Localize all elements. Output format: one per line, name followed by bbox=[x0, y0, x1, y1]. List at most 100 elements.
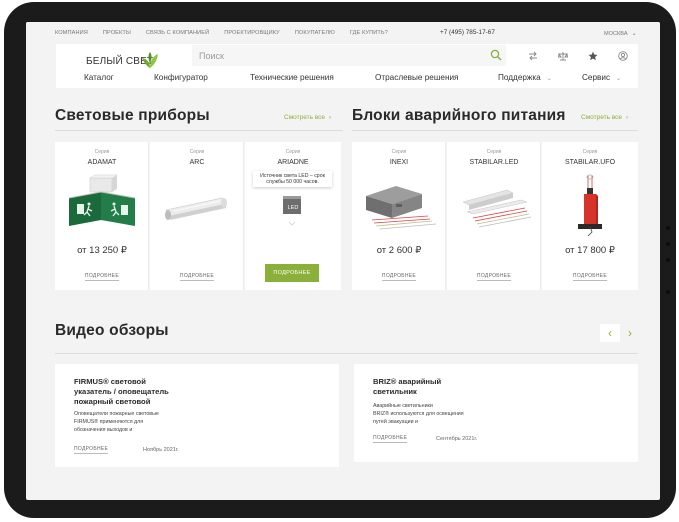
top-nav-contact[interactable]: СВЯЗЬ С КОМПАНИЕЙ bbox=[146, 30, 209, 36]
top-nav-designer[interactable]: ПРОЕКТИРОВЩИКУ bbox=[224, 30, 280, 36]
see-all-emergency-link[interactable]: Смотреть все › bbox=[581, 114, 628, 121]
details-link-label: ПОДРОБНЕЕ bbox=[572, 273, 608, 281]
video-title: FIRMUS® световой указатель / оповещатель… bbox=[74, 377, 169, 407]
top-nav-buyer[interactable]: ПОКУПАТЕЛЮ bbox=[295, 30, 335, 36]
power-unit-image bbox=[366, 186, 437, 230]
section-divider bbox=[352, 130, 638, 131]
tube-light-image bbox=[165, 197, 227, 220]
video-description-line: Оповещатели пожарные световые bbox=[74, 411, 159, 417]
top-nav-where-to-buy[interactable]: ГДЕ КУПИТЬ? bbox=[350, 30, 388, 36]
search-input[interactable] bbox=[192, 45, 482, 66]
video-carousel-arrows: ‹ › bbox=[600, 324, 640, 342]
see-all-label: Смотреть все bbox=[284, 114, 326, 121]
exit-sign-image bbox=[68, 174, 136, 226]
site-header: БЕЛЫЙ СВЕТ Поиск Каталог Конфигуратор Те… bbox=[56, 44, 638, 88]
menu-catalog[interactable]: Каталог bbox=[84, 73, 114, 82]
star-icon[interactable] bbox=[578, 48, 608, 66]
user-icon[interactable] bbox=[608, 48, 638, 66]
menu-configurator-label: Конфигуратор bbox=[154, 73, 208, 82]
video-description-line: FIRMUS® применяются для bbox=[74, 419, 144, 425]
series-label: Серия bbox=[285, 149, 301, 155]
led-badge: LED bbox=[287, 205, 299, 211]
city-selector[interactable]: МОСКВА ⌄ bbox=[604, 30, 637, 37]
video-description-line: путей эвакуации и bbox=[373, 419, 418, 425]
video-title-line: указатель / оповещатель bbox=[74, 387, 169, 396]
see-all-label: Смотреть все bbox=[581, 114, 623, 121]
product-price: от 13 250 ₽ bbox=[77, 245, 127, 256]
chevron-left-icon[interactable]: ‹ bbox=[600, 324, 620, 342]
tablet-side-button bbox=[666, 226, 670, 230]
video-card-briz[interactable]: BRIZ® аварийный светильник Аварийные све… bbox=[354, 364, 638, 462]
details-link[interactable]: ПОДРОБНЕЕ bbox=[542, 273, 638, 281]
product-price: от 17 800 ₽ bbox=[565, 245, 615, 256]
menu-tech-solutions[interactable]: Технические решения bbox=[250, 73, 334, 82]
product-name: STABILAR.LED bbox=[469, 159, 519, 166]
menu-support-label: Поддержка bbox=[498, 73, 541, 82]
details-link[interactable]: ПОДРОБНЕЕ bbox=[373, 435, 408, 443]
see-all-lighting-link[interactable]: Смотреть все › bbox=[284, 114, 331, 121]
series-label: Серия bbox=[582, 149, 598, 155]
product-price: от 2 600 ₽ bbox=[376, 245, 422, 256]
product-card-stabilar-ufo[interactable]: Серия STABILAR.UFO от 17 800 ₽ ПОДРОБНЕЕ bbox=[542, 142, 638, 290]
card-separator bbox=[540, 142, 541, 290]
menu-industry-solutions[interactable]: Отраслевые решения bbox=[375, 73, 458, 82]
product-name: INEXI bbox=[389, 159, 409, 166]
web-page: КОМПАНИЯ ПРОЕКТЫ СВЯЗЬ С КОМПАНИЕЙ ПРОЕК… bbox=[26, 22, 660, 500]
product-name: ARC bbox=[189, 159, 205, 166]
details-link[interactable]: ПОДРОБНЕЕ bbox=[352, 273, 446, 281]
menu-support[interactable]: Поддержка ⌄ bbox=[498, 73, 552, 82]
details-link[interactable]: ПОДРОБНЕЕ bbox=[55, 273, 149, 281]
details-link[interactable]: ПОДРОБНЕЕ bbox=[150, 273, 244, 281]
menu-configurator[interactable]: Конфигуратор bbox=[154, 73, 208, 82]
tablet-side-button bbox=[666, 290, 670, 294]
video-card-firmus[interactable]: FIRMUS® световой указатель / оповещатель… bbox=[55, 364, 339, 467]
card-separator bbox=[445, 142, 446, 290]
led-module-image bbox=[283, 196, 301, 226]
series-label: Серия bbox=[486, 149, 502, 155]
phone-number[interactable]: +7 (495) 785-17-67 bbox=[440, 29, 495, 36]
video-title-line: BRIZ® аварийный bbox=[373, 377, 442, 386]
product-name: STABILAR.UFO bbox=[564, 159, 616, 166]
top-nav-projects[interactable]: ПРОЕКТЫ bbox=[103, 30, 131, 36]
product-card-stabilar-led[interactable]: Серия STABILAR.LED ПОДРОБНЕЕ bbox=[447, 142, 541, 290]
chevron-right-icon: › bbox=[626, 114, 629, 121]
search-icon[interactable] bbox=[490, 49, 502, 61]
tablet-side-button bbox=[666, 242, 670, 246]
chevron-right-icon[interactable]: › bbox=[620, 324, 640, 342]
product-card-inexi[interactable]: Серия INEXI от 2 600 ₽ ПОДРОБНЕЕ bbox=[352, 142, 446, 290]
section-title-lighting: Световые приборы bbox=[55, 107, 210, 124]
menu-tech-solutions-label: Технические решения bbox=[250, 73, 334, 82]
details-link[interactable]: ПОДРОБНЕЕ bbox=[447, 273, 541, 281]
feature-tooltip: Источник света LED – срок службы 50 000 … bbox=[253, 171, 332, 187]
video-title-line: пожарный световой bbox=[74, 397, 151, 406]
chevron-right-icon: › bbox=[329, 114, 332, 121]
video-description-line: Аварийные светильники bbox=[373, 403, 433, 409]
top-nav-company[interactable]: КОМПАНИЯ bbox=[55, 30, 88, 36]
product-card-adamat[interactable]: Серия ADAMAT от 13 250 ₽ ПОДРОБНЕЕ bbox=[55, 142, 149, 290]
video-description: Аварийные светильники BRIZ® используются… bbox=[373, 402, 464, 426]
details-link[interactable]: ПОДРОБНЕЕ bbox=[74, 446, 109, 454]
scales-icon[interactable] bbox=[548, 48, 578, 66]
menu-service[interactable]: Сервис ⌄ bbox=[582, 73, 621, 82]
video-date: Ноябрь 2021г. bbox=[143, 447, 179, 453]
details-button[interactable]: ПОДРОБНЕЕ bbox=[265, 264, 319, 282]
product-name: ARIADNE bbox=[277, 159, 309, 166]
card-separator bbox=[243, 142, 244, 290]
search-box bbox=[192, 45, 506, 66]
video-description-line: BRIZ® используются для освещения bbox=[373, 411, 464, 417]
details-link-label: ПОДРОБНЕЕ bbox=[179, 273, 215, 281]
top-utility-bar: КОМПАНИЯ ПРОЕКТЫ СВЯЗЬ С КОМПАНИЕЙ ПРОЕК… bbox=[26, 22, 660, 44]
video-title-line: светильник bbox=[373, 387, 417, 396]
section-divider bbox=[55, 353, 638, 354]
details-link-label: ПОДРОБНЕЕ bbox=[476, 273, 512, 281]
chevron-down-icon: ⌄ bbox=[631, 31, 637, 37]
chevron-down-icon: ⌄ bbox=[546, 76, 552, 82]
header-icons bbox=[518, 48, 638, 66]
product-card-ariadne[interactable]: Серия ARIADNE Источник света LED – срок … bbox=[245, 142, 341, 290]
compare-icon[interactable] bbox=[518, 48, 548, 66]
main-menu: Каталог Конфигуратор Технические решения… bbox=[56, 66, 638, 88]
product-card-arc[interactable]: Серия ARC ПОДРОБНЕЕ bbox=[150, 142, 244, 290]
video-description: Оповещатели пожарные световые FIRMUS® пр… bbox=[74, 410, 159, 434]
driver-unit-image bbox=[462, 189, 532, 228]
series-label: Серия bbox=[189, 149, 205, 155]
